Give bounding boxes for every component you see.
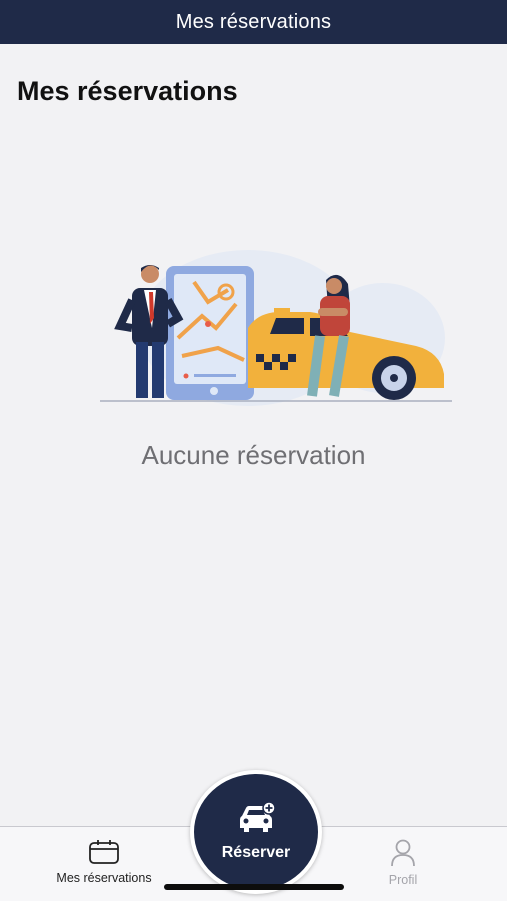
taxi-booking-illustration bbox=[100, 250, 452, 406]
navigation-bar: Mes réservations bbox=[0, 0, 507, 44]
reserver-label: Réserver bbox=[221, 844, 291, 861]
car-add-icon bbox=[240, 802, 276, 832]
nav-title: Mes réservations bbox=[175, 10, 332, 33]
home-indicator bbox=[164, 884, 344, 890]
tab-mes-reservations[interactable]: Mes réservations bbox=[29, 839, 179, 885]
empty-state-message: Aucune réservation bbox=[141, 440, 366, 470]
reserver-button[interactable]: Réserver bbox=[190, 770, 322, 894]
tab-profil[interactable]: Profil bbox=[328, 839, 478, 887]
calendar-icon bbox=[89, 840, 119, 864]
page-title: Mes réservations bbox=[17, 76, 238, 106]
tab-label-profil: Profil bbox=[388, 873, 418, 887]
user-icon bbox=[391, 839, 415, 867]
tab-label-mes-reservations: Mes réservations bbox=[56, 871, 152, 885]
